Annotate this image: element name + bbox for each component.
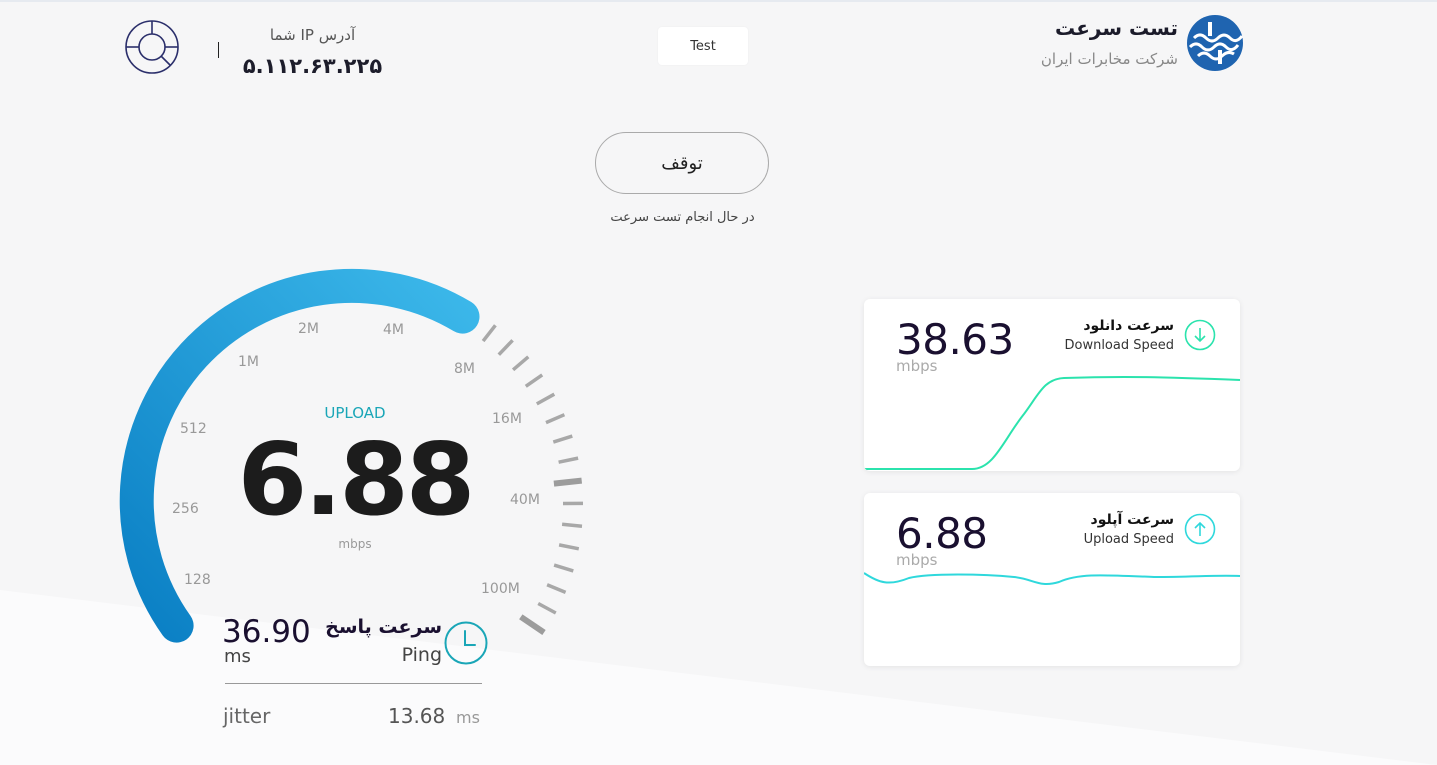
ping-subtitle: Ping	[401, 644, 442, 666]
scale-label-128: 128	[184, 572, 211, 588]
ping-title: سرعت پاسخ	[325, 616, 442, 638]
stop-button[interactable]: توقف	[595, 132, 769, 194]
provider-ring-icon[interactable]	[124, 19, 180, 75]
download-chart	[864, 375, 1240, 470]
gauge-tick	[553, 563, 574, 573]
ip-value: ۵.۱۱۲.۶۳.۲۲۵	[242, 54, 383, 78]
gauge-tick	[519, 614, 546, 635]
upload-subtitle: Upload Speed	[1083, 532, 1174, 547]
download-title: سرعت دانلود	[1083, 318, 1174, 334]
header-divider	[218, 42, 219, 58]
scale-label-512: 512	[180, 421, 207, 437]
scale-label-40m: 40M	[510, 492, 540, 508]
clock-icon	[444, 621, 488, 665]
gauge-tick	[481, 324, 497, 343]
gauge-tick	[537, 601, 557, 615]
gauge-tick	[552, 434, 573, 444]
tci-logo-icon	[1187, 15, 1244, 71]
gauge-tick	[545, 413, 566, 425]
gauge-tick	[546, 583, 567, 595]
ping-unit: ms	[224, 646, 251, 667]
gauge-tick	[561, 522, 583, 528]
brand-subtitle: شرکت مخابرات ایران	[1040, 50, 1178, 68]
gauge-tick	[524, 373, 544, 388]
gauge-speed-value: 6.88	[237, 421, 476, 538]
scale-label-8m: 8M	[454, 361, 475, 377]
ip-label: آدرس IP شما	[269, 26, 356, 44]
download-subtitle: Download Speed	[1064, 338, 1174, 353]
ping-divider	[225, 683, 482, 684]
scale-label-100m: 100M	[481, 581, 520, 597]
gauge-unit: mbps	[338, 537, 372, 551]
jitter-label: jitter	[223, 704, 271, 728]
scale-label-16m: 16M	[492, 411, 522, 427]
download-arrow-icon	[1184, 319, 1216, 351]
scale-label-2m: 2M	[298, 321, 319, 337]
gauge-tick	[535, 392, 556, 406]
download-card: 38.63 mbps سرعت دانلود Download Speed	[864, 299, 1240, 471]
upload-card: 6.88 mbps سرعت آپلود Upload Speed	[864, 493, 1240, 666]
ping-value: 36.90	[222, 614, 311, 650]
jitter-unit: ms	[456, 708, 480, 727]
upload-arrow-icon	[1184, 513, 1216, 545]
upload-chart	[864, 572, 1240, 586]
gauge-tick	[511, 355, 530, 372]
test-button[interactable]: Test	[658, 27, 748, 65]
jitter-value: 13.68	[388, 704, 446, 728]
gauge-tick	[558, 456, 579, 464]
gauge-tick	[497, 339, 514, 356]
test-status: در حال انجام تست سرعت	[610, 210, 755, 225]
scale-label-4m: 4M	[383, 322, 404, 338]
gauge-tick	[553, 477, 583, 487]
gauge-tick	[558, 543, 580, 551]
upload-title: سرعت آپلود	[1090, 512, 1174, 528]
scale-label-1m: 1M	[238, 354, 259, 370]
brand[interactable]: تست سرعت شرکت مخابرات ایران	[1030, 14, 1244, 76]
scale-label-256: 256	[172, 501, 199, 517]
brand-title: تست سرعت	[1055, 16, 1178, 40]
